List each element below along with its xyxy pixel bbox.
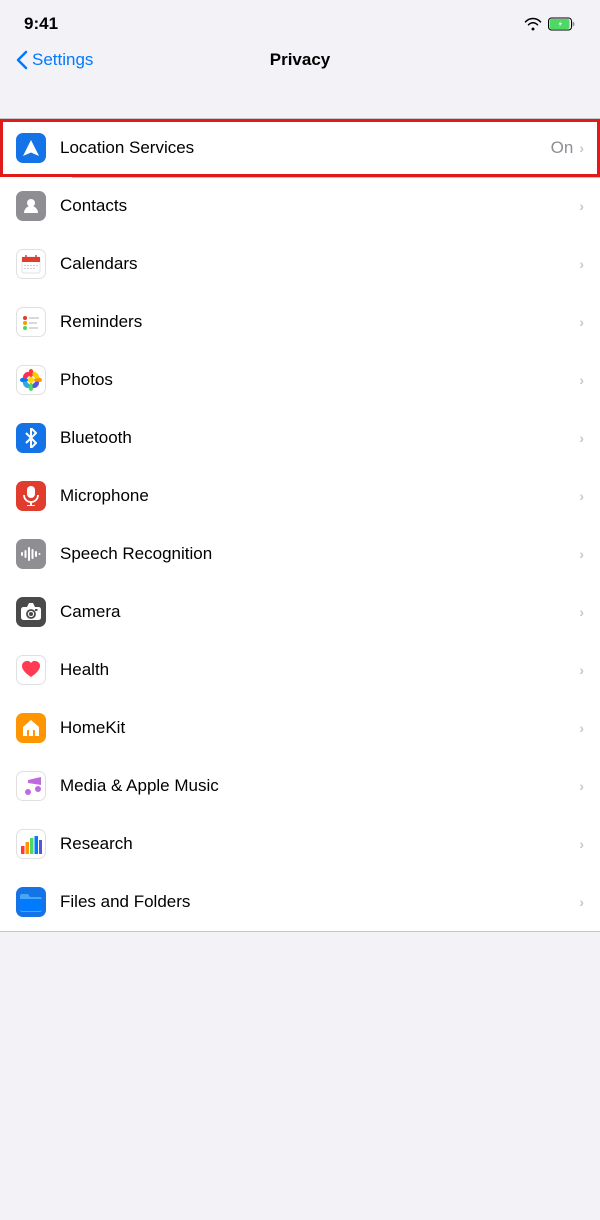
homekit-label: HomeKit: [60, 718, 579, 738]
files-and-folders-icon: [16, 887, 46, 917]
row-microphone[interactable]: Microphone ›: [0, 467, 600, 525]
status-time: 9:41: [24, 14, 58, 34]
health-label: Health: [60, 660, 579, 680]
row-media-apple-music[interactable]: Media & Apple Music ›: [0, 757, 600, 815]
media-apple-music-icon: [16, 771, 46, 801]
photos-label: Photos: [60, 370, 579, 390]
research-chevron: ›: [579, 836, 584, 852]
row-location-services[interactable]: Location Services On ›: [0, 119, 600, 177]
camera-icon: [16, 597, 46, 627]
media-apple-music-chevron: ›: [579, 778, 584, 794]
row-research[interactable]: Research ›: [0, 815, 600, 873]
back-label: Settings: [32, 50, 93, 70]
settings-list: Location Services On › Contacts ›: [0, 118, 600, 932]
location-services-icon: [16, 133, 46, 163]
calendars-icon: [16, 249, 46, 279]
speech-recognition-label: Speech Recognition: [60, 544, 579, 564]
row-speech-recognition[interactable]: Speech Recognition ›: [0, 525, 600, 583]
bluetooth-icon: [16, 423, 46, 453]
reminders-icon: [16, 307, 46, 337]
media-apple-music-label: Media & Apple Music: [60, 776, 579, 796]
camera-chevron: ›: [579, 604, 584, 620]
calendars-label: Calendars: [60, 254, 579, 274]
calendars-chevron: ›: [579, 256, 584, 272]
contacts-label: Contacts: [60, 196, 579, 216]
microphone-chevron: ›: [579, 488, 584, 504]
nav-bar: Settings Privacy: [0, 42, 600, 82]
status-icons: [524, 17, 576, 31]
microphone-label: Microphone: [60, 486, 579, 506]
contacts-icon: [16, 191, 46, 221]
microphone-icon: [16, 481, 46, 511]
location-services-label: Location Services: [60, 138, 551, 158]
location-services-chevron: ›: [579, 140, 584, 156]
homekit-chevron: ›: [579, 720, 584, 736]
row-files-and-folders[interactable]: Files and Folders ›: [0, 873, 600, 931]
speech-recognition-chevron: ›: [579, 546, 584, 562]
page-title: Privacy: [270, 50, 331, 70]
row-reminders[interactable]: Reminders ›: [0, 293, 600, 351]
bluetooth-chevron: ›: [579, 430, 584, 446]
back-button[interactable]: Settings: [16, 50, 93, 70]
homekit-icon: [16, 713, 46, 743]
reminders-label: Reminders: [60, 312, 579, 332]
battery-icon: [548, 17, 576, 31]
bluetooth-label: Bluetooth: [60, 428, 579, 448]
photos-icon: [16, 365, 46, 395]
speech-recognition-icon: [16, 539, 46, 569]
files-and-folders-label: Files and Folders: [60, 892, 579, 912]
health-chevron: ›: [579, 662, 584, 678]
row-contacts[interactable]: Contacts ›: [0, 177, 600, 235]
contacts-chevron: ›: [579, 198, 584, 214]
reminders-chevron: ›: [579, 314, 584, 330]
status-bar: 9:41: [0, 0, 600, 42]
files-and-folders-chevron: ›: [579, 894, 584, 910]
section-gap: [0, 82, 600, 118]
location-services-value: On: [551, 138, 574, 158]
wifi-icon: [524, 17, 542, 31]
research-label: Research: [60, 834, 579, 854]
health-icon: [16, 655, 46, 685]
row-camera[interactable]: Camera ›: [0, 583, 600, 641]
research-icon: [16, 829, 46, 859]
row-bluetooth[interactable]: Bluetooth ›: [0, 409, 600, 467]
row-homekit[interactable]: HomeKit ›: [0, 699, 600, 757]
camera-label: Camera: [60, 602, 579, 622]
photos-chevron: ›: [579, 372, 584, 388]
row-health[interactable]: Health ›: [0, 641, 600, 699]
row-photos[interactable]: Photos ›: [0, 351, 600, 409]
row-calendars[interactable]: Calendars ›: [0, 235, 600, 293]
